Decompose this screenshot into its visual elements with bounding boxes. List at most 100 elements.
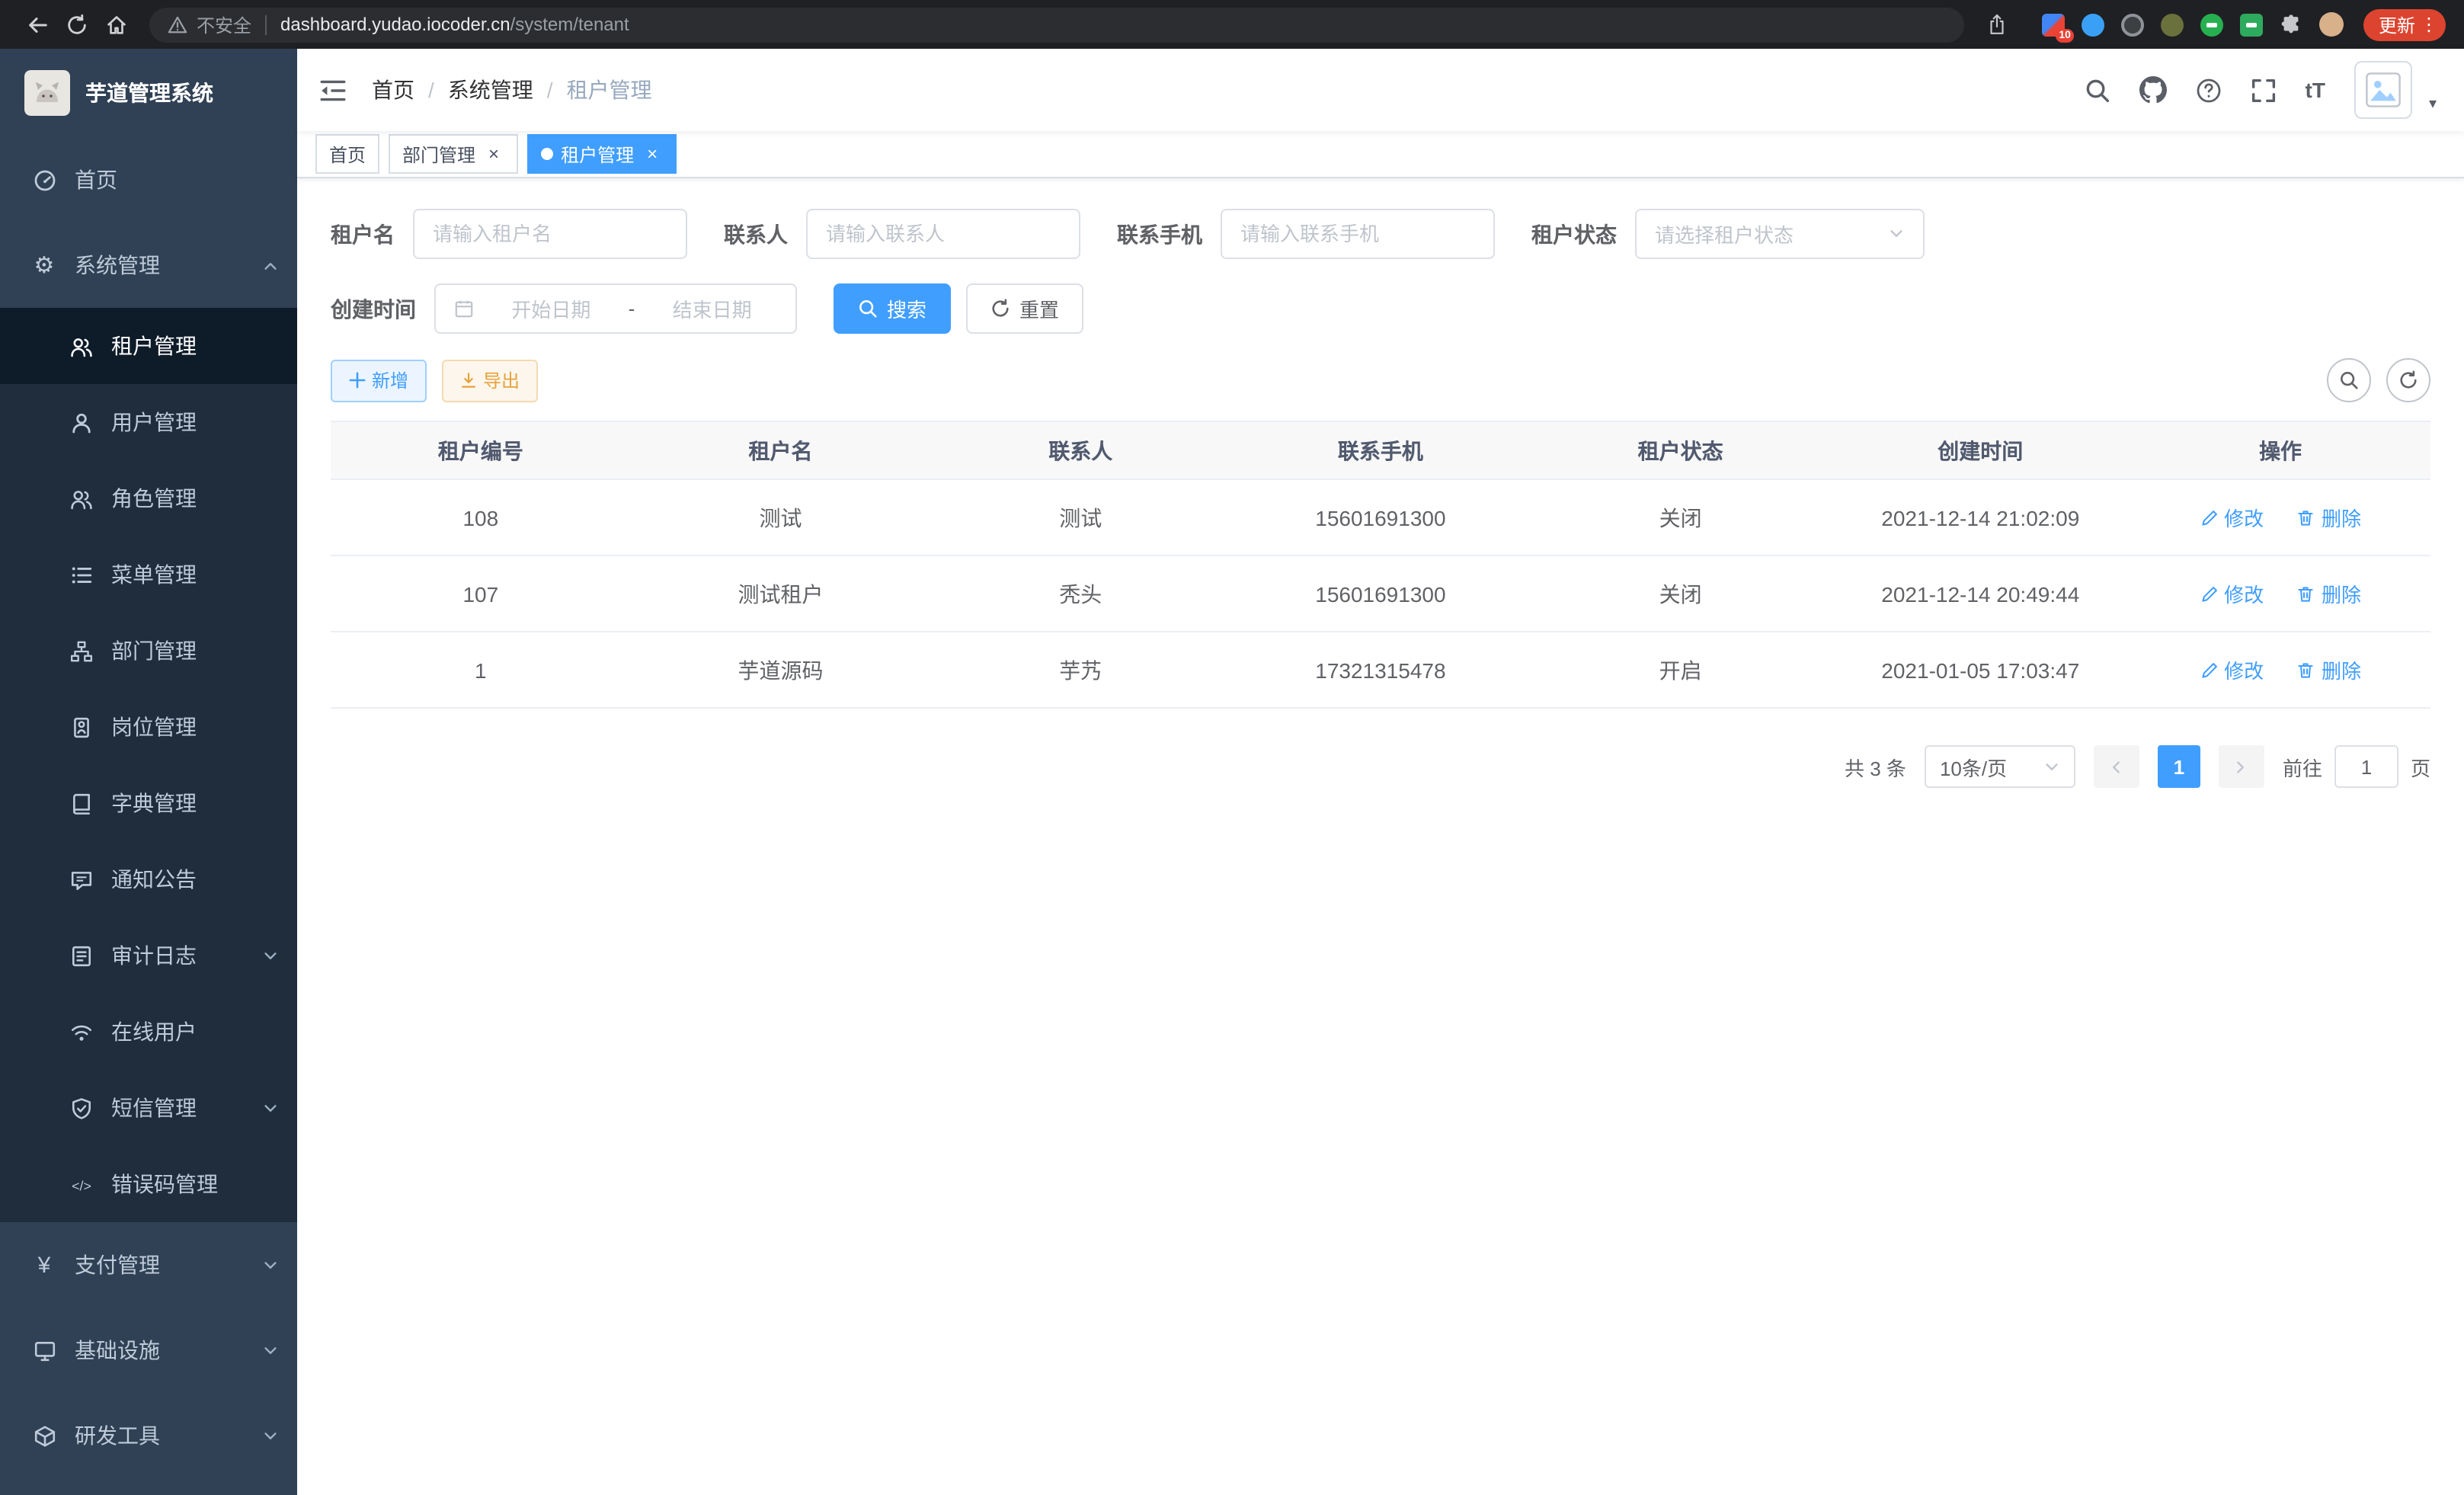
sidebar-item[interactable]: 首页 (0, 137, 297, 222)
app-logo[interactable]: 芋道管理系统 (0, 49, 297, 137)
share-icon[interactable] (1986, 13, 2008, 36)
reset-button-label: 重置 (1019, 294, 1059, 323)
breadcrumb-item[interactable]: 租户管理 / (567, 75, 652, 105)
app-shell: 芋道管理系统 首页 ⚙ 系统管理 (0, 49, 2464, 1495)
breadcrumb-item[interactable]: 系统管理 / (448, 75, 567, 105)
status-filter: 租户状态 请选择租户状态 (1531, 209, 1925, 259)
export-button-label: 导出 (483, 367, 520, 393)
export-button[interactable]: 导出 (442, 359, 538, 402)
pencil-icon (2200, 661, 2218, 679)
sidebar-item-label: 岗位管理 (111, 712, 197, 742)
sidebar-item[interactable]: 在线用户 (0, 994, 297, 1070)
address-bar[interactable]: 不安全 dashboard.yudao.iocoder.cn/system/te… (149, 7, 1964, 42)
delete-button[interactable]: 删除 (2297, 655, 2361, 684)
list-icon (67, 561, 94, 588)
github-icon[interactable] (2139, 76, 2167, 104)
view-tab[interactable]: 部门管理 × (389, 134, 518, 174)
sidebar-item-label: 系统管理 (75, 250, 160, 280)
sidebar-item[interactable]: 基础设施 (0, 1308, 297, 1393)
page-number-button[interactable]: 1 (2158, 745, 2200, 788)
extension-icon-6[interactable] (2240, 13, 2263, 36)
edit-button[interactable]: 修改 (2200, 655, 2264, 684)
tenant-status-select[interactable]: 请选择租户状态 (1635, 209, 1925, 259)
table-row: 108 测试 测试 15601691300 关闭 2021-12-14 21:0… (331, 479, 2430, 555)
fullscreen-icon[interactable] (2251, 77, 2277, 103)
user-avatar[interactable] (2354, 61, 2412, 119)
next-page-button[interactable] (2219, 745, 2264, 788)
home-icon[interactable] (98, 6, 134, 43)
sidebar-item[interactable]: </> 错误码管理 (0, 1146, 297, 1222)
goto-page-input[interactable] (2334, 745, 2398, 788)
refresh-button[interactable] (2386, 358, 2430, 402)
sidebar-item[interactable]: 部门管理 (0, 613, 297, 689)
search-icon[interactable] (2085, 77, 2110, 103)
edit-button[interactable]: 修改 (2200, 579, 2264, 608)
sidebar-item[interactable]: 短信管理 (0, 1070, 297, 1146)
reset-button[interactable]: 重置 (966, 283, 1083, 334)
toggle-search-button[interactable] (2327, 358, 2371, 402)
page-size-select[interactable]: 10条/页 (1925, 745, 2075, 788)
tenant-name-input[interactable] (413, 209, 687, 259)
browser-chrome: 不安全 dashboard.yudao.iocoder.cn/system/te… (0, 0, 2464, 49)
tab-label: 租户管理 (561, 141, 634, 167)
bubble-icon (67, 866, 94, 893)
cell-actions: 修改 删除 (2130, 632, 2430, 708)
column-header: 租户名 (631, 421, 931, 479)
browser-menu-icon[interactable]: ⋮ (2420, 15, 2438, 34)
sidebar-collapse-icon[interactable] (318, 77, 347, 103)
prev-page-button[interactable] (2094, 745, 2139, 788)
contact-input[interactable] (806, 209, 1080, 259)
back-icon[interactable] (18, 6, 55, 43)
goto-page: 前往 页 (2283, 745, 2430, 788)
extension-icon-4[interactable] (2161, 13, 2184, 36)
browser-actions: 10 更新 ⋮ (1986, 8, 2446, 40)
sidebar-item[interactable]: 字典管理 (0, 765, 297, 841)
sidebar-item-label: 首页 (75, 165, 117, 195)
extension-icon-3[interactable] (2121, 13, 2144, 36)
create-time-range[interactable]: 开始日期 - 结束日期 (434, 283, 797, 334)
breadcrumb-item[interactable]: 首页 / (372, 75, 448, 105)
sidebar-item[interactable]: 审计日志 (0, 917, 297, 994)
delete-button[interactable]: 删除 (2297, 503, 2361, 532)
extensions-puzzle-icon[interactable] (2280, 13, 2302, 36)
sidebar-item[interactable]: ¥ 支付管理 (0, 1222, 297, 1308)
column-header: 创建时间 (1830, 421, 2130, 479)
filter-row-2: 创建时间 开始日期 - 结束日期 搜索 重置 (331, 283, 2430, 334)
update-button[interactable]: 更新 ⋮ (2363, 8, 2446, 40)
view-tab[interactable]: 租户管理 × (527, 134, 677, 174)
contact-filter: 联系人 (724, 209, 1080, 259)
sidebar-item[interactable]: 研发工具 (0, 1393, 297, 1478)
edit-button[interactable]: 修改 (2200, 503, 2264, 532)
url-path: /system/tenant (510, 14, 629, 35)
cell-contact: 秃头 (930, 555, 1230, 632)
sidebar-item[interactable]: 岗位管理 (0, 689, 297, 765)
security-warning-icon[interactable] (168, 14, 187, 34)
close-icon[interactable]: × (642, 143, 663, 165)
sidebar-item[interactable]: 菜单管理 (0, 536, 297, 613)
extension-icon-5[interactable] (2200, 13, 2223, 36)
sidebar-item[interactable]: 角色管理 (0, 460, 297, 536)
extension-icon-2[interactable] (2082, 13, 2104, 36)
add-button[interactable]: 新增 (331, 359, 427, 402)
breadcrumb-separator: / (547, 78, 553, 102)
create-time-filter: 创建时间 开始日期 - 结束日期 (331, 283, 797, 334)
sidebar-item[interactable]: 通知公告 (0, 841, 297, 917)
cell-tenant-id: 108 (331, 479, 631, 555)
delete-button[interactable]: 删除 (2297, 579, 2361, 608)
search-button[interactable]: 搜索 (834, 283, 951, 334)
column-header: 租户编号 (331, 421, 631, 479)
sidebar-item[interactable]: ⚙ 系统管理 (0, 222, 297, 308)
tab-label: 首页 (329, 141, 366, 167)
avatar-caret-icon[interactable]: ▾ (2429, 98, 2437, 119)
font-size-icon[interactable]: tT (2306, 79, 2325, 101)
view-tab[interactable]: 首页 (315, 134, 379, 174)
help-icon[interactable] (2196, 77, 2222, 103)
browser-profile-avatar[interactable] (2319, 12, 2344, 37)
sidebar-item-label: 用户管理 (111, 407, 197, 437)
sidebar-item[interactable]: 用户管理 (0, 384, 297, 460)
extension-icon-1[interactable]: 10 (2042, 13, 2065, 36)
close-icon[interactable]: × (483, 143, 504, 165)
phone-input[interactable] (1221, 209, 1495, 259)
reload-icon[interactable] (58, 6, 94, 43)
sidebar-item[interactable]: 租户管理 (0, 308, 297, 384)
